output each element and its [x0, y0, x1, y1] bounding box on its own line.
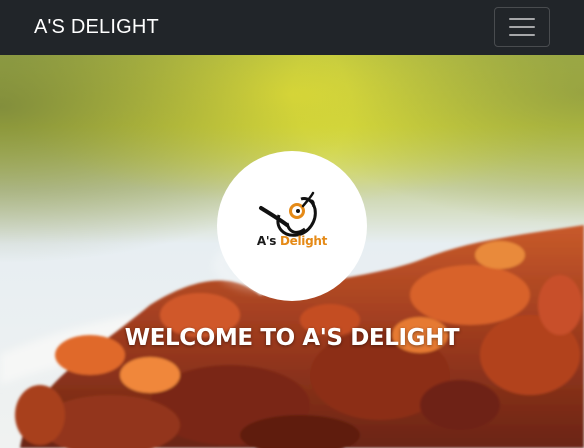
hamburger-menu-icon [509, 18, 535, 36]
hero-section: A's Delight WELCOME TO A'S DELIGHT [0, 55, 584, 448]
logo-text-part-2: Delight [279, 234, 328, 248]
logo-text: A's Delight [217, 234, 367, 248]
logo-text-part-1: A's [256, 234, 280, 248]
logo-badge: A's Delight [217, 151, 367, 301]
brand-link[interactable]: A'S DELIGHT [34, 16, 159, 39]
welcome-heading: WELCOME TO A'S DELIGHT [124, 325, 460, 351]
spoon-logo-icon [259, 191, 317, 237]
top-navbar: A'S DELIGHT [0, 0, 584, 55]
navbar-toggle-button[interactable] [494, 7, 550, 47]
